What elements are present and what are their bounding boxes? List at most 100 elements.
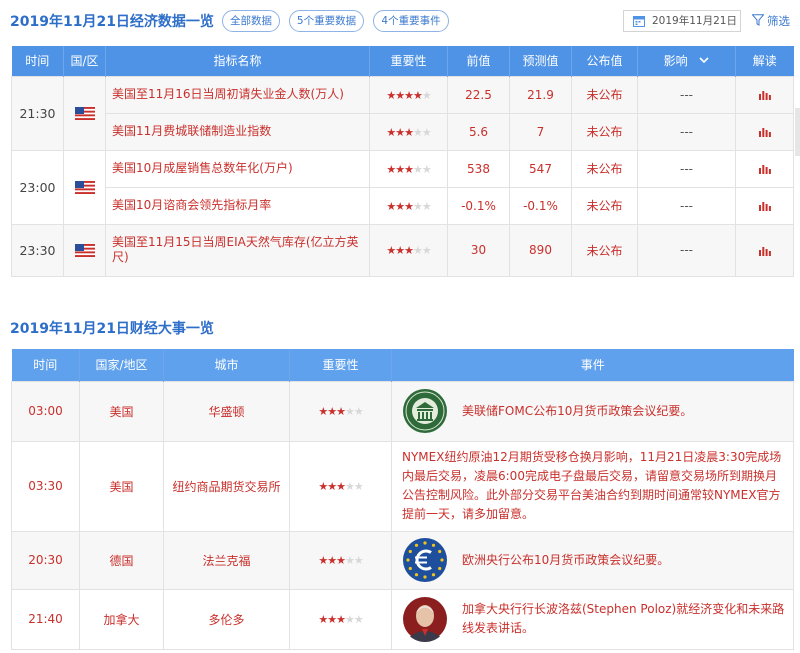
col-event: 事件 — [391, 349, 794, 381]
indicator-name[interactable]: 美国10月成屋销售总数年化(万户) — [105, 149, 370, 188]
impact-value: --- — [637, 75, 736, 114]
event-city: 纽约商品期货交易所 — [163, 440, 290, 532]
col-city: 城市 — [163, 349, 290, 381]
event-time: 20:30 — [11, 530, 80, 590]
filter-label: 筛选 — [767, 14, 790, 28]
fed-seal-icon — [403, 389, 447, 433]
filter-all-data[interactable]: 全部数据 — [222, 10, 280, 32]
col-actual: 公布值 — [571, 46, 638, 76]
country-flag-cell — [63, 223, 106, 277]
star-filled-icon: ★ — [395, 88, 405, 102]
date-value: 2019年11月21日 — [652, 15, 737, 27]
events-header-row: 时间 国家/地区 城市 重要性 事件 — [11, 349, 794, 381]
event-country: 德国 — [79, 530, 164, 590]
country-flag-cell — [63, 75, 106, 151]
star-filled-icon: ★ — [336, 613, 346, 626]
star-empty-icon: ★ — [344, 613, 355, 626]
interpret-cell[interactable] — [735, 112, 794, 151]
forecast-value: 7 — [509, 112, 572, 151]
chevron-down-icon — [699, 57, 709, 64]
interpret-cell[interactable] — [735, 186, 794, 225]
importance-stars: ★★★★★ — [369, 186, 448, 225]
impact-value: --- — [637, 112, 736, 151]
event-city: 华盛顿 — [163, 380, 290, 442]
top-bar: 2019年11月21日经济数据一览 全部数据 5个重要数据 4个重要事件 201… — [0, 0, 800, 44]
star-filled-icon: ★ — [327, 480, 337, 493]
bar-chart-icon[interactable] — [758, 164, 771, 174]
event-description: 加拿大央行行长波洛兹(Stephen Poloz)就经济变化和未来路线发表讲话。 — [462, 602, 785, 635]
star-empty-icon: ★ — [412, 244, 423, 257]
stars: ★★★★★ — [386, 199, 431, 213]
star-filled-icon: ★ — [395, 244, 405, 257]
indicator-name[interactable]: 美国11月费城联储制造业指数 — [105, 112, 370, 151]
star-empty-icon: ★ — [412, 125, 423, 139]
col-impact[interactable]: 影响 — [637, 46, 736, 76]
forecast-value: 547 — [509, 149, 572, 188]
event-cell: 加拿大央行行长波洛兹(Stephen Poloz)就经济变化和未来路线发表讲话。 — [391, 588, 794, 650]
star-filled-icon: ★ — [386, 88, 396, 102]
col-impact-label: 影响 — [663, 54, 688, 69]
econ-header-row: 时间 国/区 指标名称 重要性 前值 预测值 公布值 影响 解读 — [11, 46, 794, 76]
table-row: 23:30 美国至11月15日当周EIA天然气库存(亿立方英尺) ★★★★★ 3… — [11, 223, 794, 277]
star-filled-icon: ★ — [412, 88, 423, 102]
event-time: 03:30 — [11, 440, 80, 532]
event-cell: 欧洲央行公布10月货币政策会议纪要。 — [391, 530, 794, 590]
star-empty-icon: ★ — [344, 405, 355, 418]
indicator-name[interactable]: 美国至11月16日当周初请失业金人数(万人) — [105, 75, 370, 114]
star-filled-icon: ★ — [336, 554, 346, 567]
importance-stars: ★★★★★ — [369, 223, 448, 277]
table-row: 03:30 美国 纽约商品期货交易所 ★★★★★ NYMEX纽约原油12月期货受… — [11, 440, 794, 532]
star-filled-icon: ★ — [386, 162, 396, 176]
star-filled-icon: ★ — [395, 199, 405, 213]
star-filled-icon: ★ — [327, 613, 337, 626]
star-filled-icon: ★ — [404, 199, 414, 213]
event-cell: 美联储FOMC公布10月货币政策会议纪要。 — [391, 380, 794, 442]
star-filled-icon: ★ — [404, 88, 414, 102]
stars: ★★★★★ — [318, 554, 363, 567]
bar-chart-icon[interactable] — [758, 201, 771, 211]
stars: ★★★★★ — [386, 244, 431, 257]
table-row: 23:00 美国10月成屋销售总数年化(万户) ★★★★★ 538 547 未公… — [11, 149, 794, 225]
col-time: 时间 — [11, 349, 80, 381]
star-filled-icon: ★ — [336, 480, 346, 493]
interpret-cell[interactable] — [735, 149, 794, 188]
us-flag-icon — [74, 107, 95, 120]
star-filled-icon: ★ — [386, 199, 396, 213]
forecast-value: 21.9 — [509, 75, 572, 114]
indicator-name[interactable]: 美国10月谘商会领先指标月率 — [105, 186, 370, 225]
event-city: 多伦多 — [163, 588, 290, 650]
interpret-cell[interactable] — [735, 223, 794, 277]
scrollbar[interactable] — [795, 108, 800, 156]
date-picker[interactable]: 2019年11月21日 — [623, 10, 741, 32]
filter-important-data[interactable]: 5个重要数据 — [289, 10, 364, 32]
star-empty-icon: ★ — [353, 405, 364, 418]
star-filled-icon: ★ — [395, 162, 405, 176]
interpret-cell[interactable] — [735, 75, 794, 114]
event-time: 03:00 — [11, 380, 80, 442]
star-empty-icon: ★ — [421, 162, 432, 176]
filter-button[interactable]: 筛选 — [752, 10, 790, 32]
bar-chart-icon[interactable] — [758, 127, 771, 137]
bar-chart-icon[interactable] — [758, 90, 771, 100]
us-flag-icon — [74, 181, 95, 194]
bar-chart-icon[interactable] — [758, 246, 771, 256]
stars: ★★★★★ — [386, 125, 431, 139]
events-section-title: 2019年11月21日财经大事一览 — [10, 321, 214, 337]
star-filled-icon: ★ — [404, 162, 414, 176]
col-forecast: 预测值 — [509, 46, 572, 76]
importance-stars: ★★★★★ — [369, 149, 448, 188]
importance-stars: ★★★★★ — [289, 380, 392, 442]
star-filled-icon: ★ — [318, 480, 328, 493]
actual-value: 未公布 — [571, 186, 638, 225]
star-empty-icon: ★ — [412, 162, 423, 176]
forecast-value: 890 — [509, 223, 572, 277]
previous-value: 5.6 — [447, 112, 510, 151]
event-time: 21:40 — [11, 588, 80, 650]
table-row: 20:30 德国 法兰克福 ★★★★★ 欧洲央行公布10月货币政策会议纪要。 — [11, 530, 794, 590]
importance-stars: ★★★★★ — [289, 588, 392, 650]
indicator-name[interactable]: 美国至11月15日当周EIA天然气库存(亿立方英尺) — [105, 223, 370, 277]
euro-logo-icon — [403, 538, 447, 582]
stars: ★★★★★ — [386, 162, 432, 176]
impact-value: --- — [637, 149, 736, 188]
filter-important-events[interactable]: 4个重要事件 — [373, 10, 449, 32]
